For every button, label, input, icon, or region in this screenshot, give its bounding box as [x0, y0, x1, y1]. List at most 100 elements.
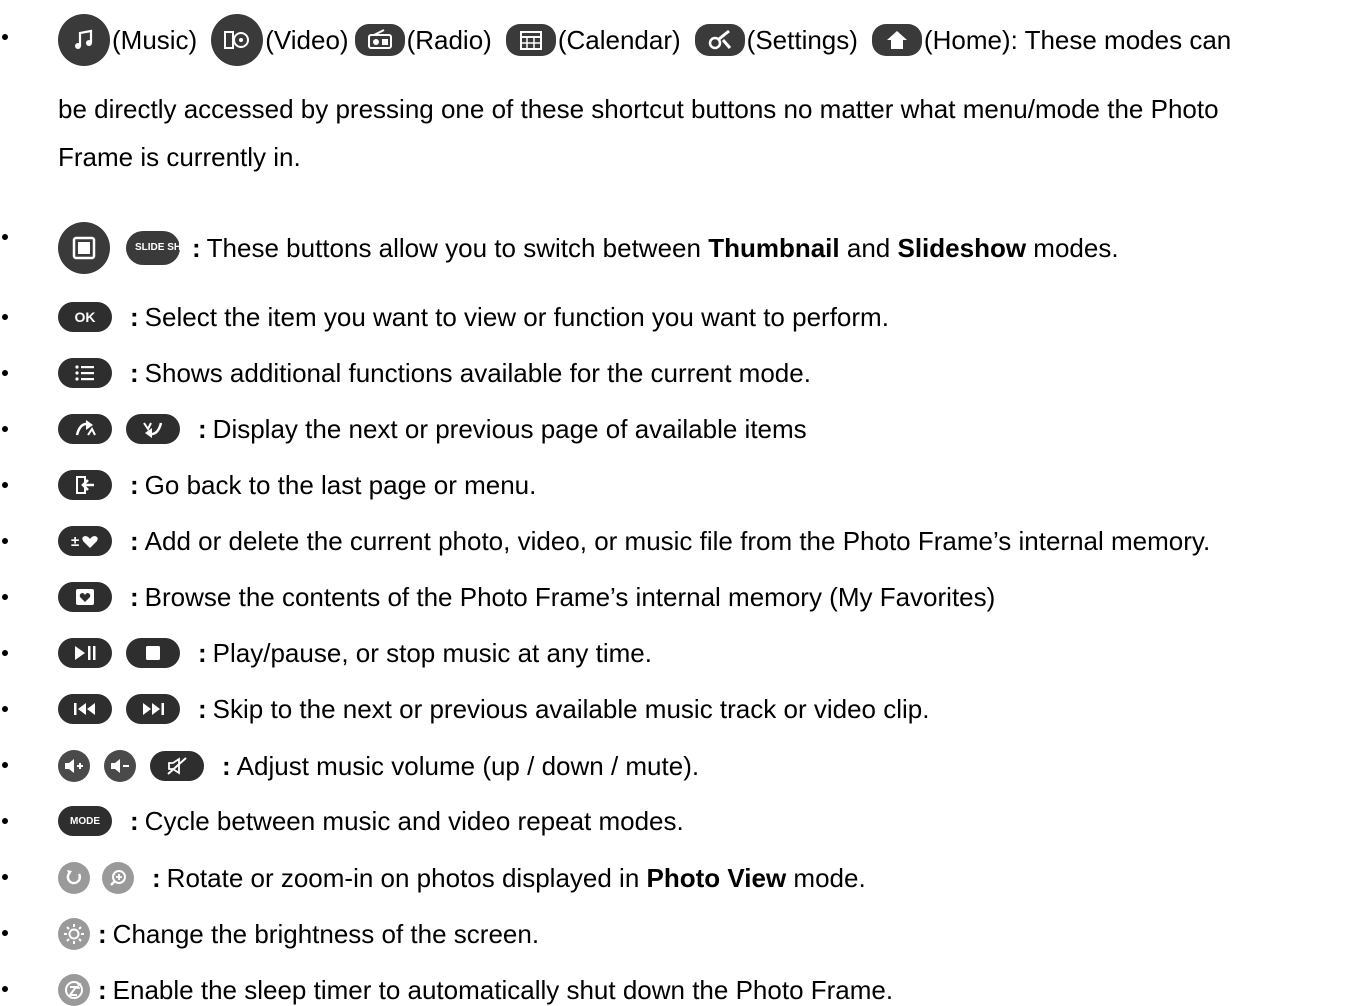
calendar-label: (Calendar): [557, 25, 681, 55]
separator: :: [130, 302, 139, 332]
radio-label: (Radio): [406, 25, 492, 55]
ok-icon: OK: [58, 302, 112, 332]
separator: :: [98, 919, 107, 949]
volume-up-icon: [58, 750, 90, 782]
bullet: [2, 370, 8, 376]
next-track-icon: [126, 694, 180, 724]
settings-icon: [694, 24, 745, 56]
page-down-icon: [126, 414, 180, 444]
add-delete-favorite-icon: ±: [58, 526, 112, 556]
add-delete-line: ± : Add or delete the current photo, vid…: [58, 526, 1210, 556]
bullet: [2, 706, 8, 712]
page-line: : Display the next or previous page of a…: [58, 414, 807, 444]
separator: :: [130, 582, 139, 612]
previous-track-icon: [58, 694, 112, 724]
separator: :: [152, 863, 161, 893]
item-text: Browse the contents of the Photo Frame’s…: [144, 582, 996, 612]
remote-buttons-document: (Music) (Video) (Radio) (Calendar) (Sett…: [0, 0, 1364, 1006]
bullet: [2, 930, 8, 936]
sleep-line: : Enable the sleep timer to automaticall…: [58, 974, 893, 1006]
home-label: (Home): [923, 25, 1011, 55]
bullet: [2, 426, 8, 432]
separator: :: [130, 526, 139, 556]
item-text: Adjust music volume (up / down / mute).: [236, 751, 700, 781]
ok-line: OK : Select the item you want to view or…: [58, 302, 889, 332]
slideshow-icon: SLIDE SHOW: [126, 231, 199, 265]
separator: :: [198, 414, 207, 444]
mute-icon: [150, 751, 204, 781]
music-label: (Music): [112, 25, 198, 55]
bullet: [2, 650, 8, 656]
bullet: [2, 762, 8, 768]
separator: :: [222, 751, 231, 781]
volume-down-icon: [104, 750, 136, 782]
thumbnail-icon: [58, 222, 110, 274]
separator: :: [198, 638, 207, 668]
volume-line: : Adjust music volume (up / down / mute)…: [58, 750, 699, 782]
calendar-icon: [505, 24, 556, 56]
page-up-icon: [58, 414, 112, 444]
bold-photo-view: Photo View: [646, 863, 787, 893]
bullet: [2, 538, 8, 544]
separator: :: [98, 975, 107, 1005]
brightness-line: : Change the brightness of the screen.: [58, 918, 539, 950]
svg-text:±: ±: [71, 533, 79, 550]
item-text: Shows additional functions available for…: [144, 358, 811, 388]
bullet: [2, 986, 8, 992]
thumbnail-slideshow-line: SLIDE SHOW : These buttons allow you to …: [58, 222, 1119, 274]
music-icon: [58, 14, 110, 66]
separator: :: [192, 233, 201, 263]
favorites-line: : Browse the contents of the Photo Frame…: [58, 582, 995, 612]
video-label: (Video): [265, 25, 349, 55]
brightness-icon: [58, 918, 90, 950]
mode-button-text: MODE: [70, 815, 100, 827]
mode-icon: MODE: [58, 806, 112, 836]
back-icon: [58, 470, 112, 500]
video-icon: [211, 14, 264, 66]
shortcut-line-2: be directly accessed by pressing one of …: [58, 94, 1219, 124]
shortcut-tail-text: : These modes can: [1010, 25, 1232, 55]
mode-line: MODE : Cycle between music and video rep…: [58, 806, 684, 836]
item-text: Go back to the last page or menu.: [144, 470, 537, 500]
item-text-post: modes.: [1033, 233, 1119, 263]
separator: :: [130, 358, 139, 388]
skip-line: : Skip to the next or previous available…: [58, 694, 929, 724]
back-line: : Go back to the last page or menu.: [58, 470, 536, 500]
item-text: Add or delete the current photo, video, …: [144, 526, 1211, 556]
item-text: These buttons allow you to switch betwee…: [206, 233, 701, 263]
rotate-zoom-line: : Rotate or zoom-in on photos displayed …: [58, 862, 866, 894]
item-text: Skip to the next or previous available m…: [212, 694, 930, 724]
bullet: [2, 818, 8, 824]
menu-icon: [58, 358, 112, 388]
radio-icon: [354, 24, 405, 56]
item-text: Change the brightness of the screen.: [112, 919, 540, 949]
bullet: [2, 34, 8, 40]
item-text: Display the next or previous page of ava…: [212, 414, 807, 444]
shortcut-line-3: Frame is currently in.: [58, 142, 301, 172]
shortcut-line-1: (Music) (Video) (Radio) (Calendar) (Sett…: [58, 14, 1231, 66]
stop-icon: [126, 638, 180, 668]
play-pause-icon: [58, 638, 112, 668]
item-text: Play/pause, or stop music at any time.: [212, 638, 652, 668]
item-text: Enable the sleep timer to automatically …: [112, 975, 894, 1005]
zoom-in-icon: [102, 862, 134, 894]
separator: :: [130, 470, 139, 500]
bullet: [2, 234, 8, 240]
item-text: Cycle between music and video repeat mod…: [144, 806, 684, 836]
item-text: Select the item you want to view or func…: [144, 302, 889, 332]
settings-label: (Settings): [746, 25, 858, 55]
separator: :: [198, 694, 207, 724]
rotate-icon: [58, 862, 90, 894]
bold-slideshow: Slideshow: [897, 233, 1027, 263]
bullet: [2, 314, 8, 320]
bullet: [2, 594, 8, 600]
sleep-timer-icon: [58, 974, 90, 1006]
slideshow-button-text: SLIDE SHOW: [135, 242, 199, 253]
item-text: Rotate or zoom-in on photos displayed in: [166, 863, 640, 893]
home-icon: [871, 24, 922, 56]
bullet: [2, 482, 8, 488]
play-line: : Play/pause, or stop music at any time.: [58, 638, 652, 668]
separator: :: [130, 806, 139, 836]
bold-thumbnail: Thumbnail: [708, 233, 840, 263]
item-text-mid: and: [846, 233, 891, 263]
